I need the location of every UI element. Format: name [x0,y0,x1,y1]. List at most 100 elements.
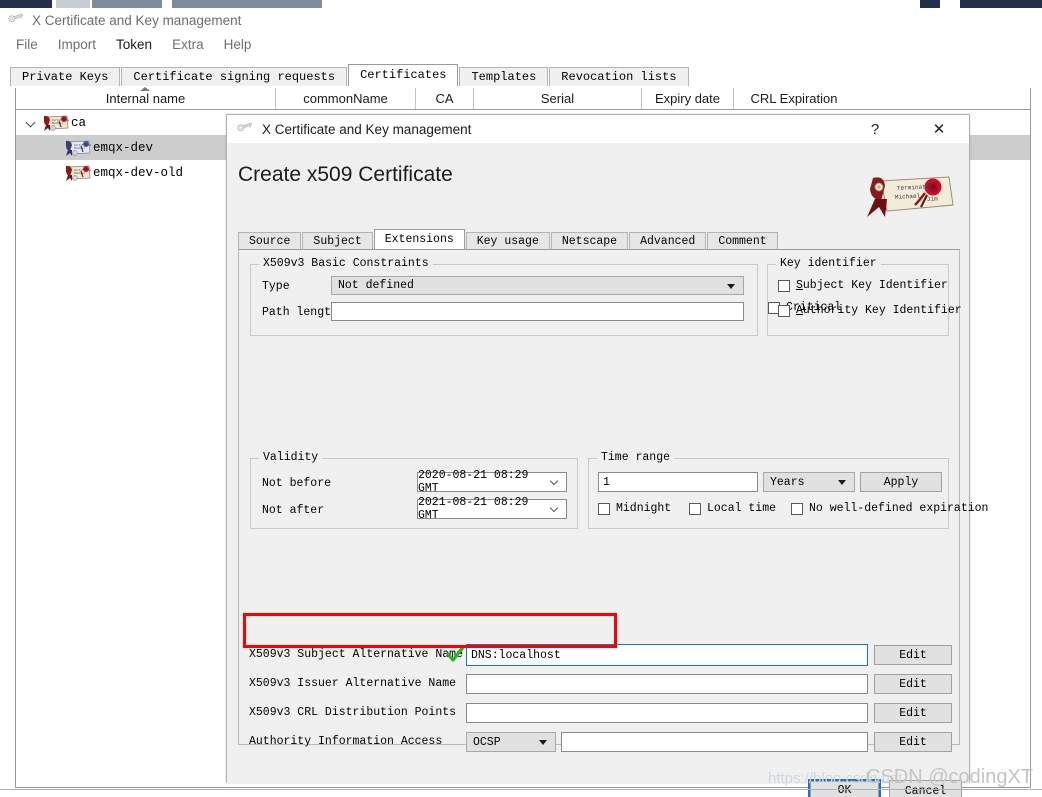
tab-subject[interactable]: Subject [302,232,373,250]
main-window-title: X Certificate and Key management [32,12,242,28]
no-expiration-label: No well-defined expiration [809,502,989,515]
midnight-label: Midnight [616,502,672,515]
listview-header: Internal name commonName CA Serial Expir… [16,87,1030,110]
menu-file[interactable]: File [6,35,48,54]
key-icon [237,120,254,138]
crl-distribution-points-input[interactable] [466,703,868,723]
checkbox-box [778,304,790,317]
subject-alt-name-label: X509v3 Subject Alternative Name [249,648,463,661]
time-range-amount-value: 1 [603,475,610,489]
column-serial[interactable]: Serial [474,88,642,109]
tab-key-usage[interactable]: Key usage [465,232,550,250]
bottom-divider [0,789,1042,790]
basic-constraints-type-value: Not defined [338,279,414,292]
basic-constraints-group: X509v3 Basic Constraints Type Not define… [250,257,758,336]
column-crl-expiration-label: CRL Expiration [750,91,838,106]
tab-templates[interactable]: Templates [459,67,549,86]
column-commonname[interactable]: commonName [276,88,416,109]
svg-text:Michael: Michael [74,171,85,175]
issuer-alt-name-edit-button[interactable]: Edit [874,674,952,694]
authority-information-access-edit-button[interactable]: Edit [874,732,952,752]
time-range-unit-value: Years [770,475,805,489]
main-window-titlebar: X Certificate and Key management [0,8,1042,32]
menu-help[interactable]: Help [214,35,262,54]
key-icon [8,11,25,29]
os-strip-seg-3 [92,0,162,8]
column-ca[interactable]: CA [416,88,474,109]
help-button[interactable]: ? [855,115,895,143]
main-tabstrip: Private Keys Certificate signing request… [10,64,690,86]
tab-private-keys[interactable]: Private Keys [10,67,121,86]
chevron-down-icon [727,283,735,289]
column-expiry-date[interactable]: Expiry date [642,88,734,109]
os-strip-seg-2 [56,0,90,8]
no-expiration-checkbox[interactable]: No well-defined expiration [791,502,988,515]
tab-certificate-signing-requests[interactable]: Certificate signing requests [121,67,348,86]
time-range-group-title: Time range [597,451,675,464]
time-range-unit-select[interactable]: Years [763,472,855,492]
dialog-title: X Certificate and Key management [262,121,472,137]
chevron-down-icon [551,478,559,486]
tab-comment[interactable]: Comment [707,232,778,250]
subject-key-identifier-checkbox[interactable]: Subject Key Identifier [778,279,948,292]
validity-group-title: Validity [259,451,323,464]
menu-token[interactable]: Token [106,35,162,54]
certificate-icon: Certificate Michael [41,113,71,133]
midnight-checkbox[interactable]: Midnight [598,502,671,515]
tab-advanced[interactable]: Advanced [629,232,707,250]
label-rest: uthority Key Identifier [802,304,962,317]
not-after-value: 2021-08-21 08:29 GMT [418,496,529,522]
time-range-amount-input[interactable]: 1 [598,472,758,492]
edit-button-label: Edit [899,648,927,662]
os-strip-seg-5 [920,0,940,8]
checkbox-box [689,502,701,515]
checkbox-box [598,502,610,515]
subject-alt-name-value: DNS:localhost [471,648,561,662]
authority-information-access-select[interactable]: OCSP [466,732,556,752]
column-ca-label: CA [435,91,454,106]
not-before-datetime[interactable]: 2020-08-21 08:29 GMT [417,469,567,495]
column-internal-name-label: Internal name [105,91,186,106]
local-time-checkbox[interactable]: Local time [689,502,776,515]
basic-constraints-group-title: X509v3 Basic Constraints [259,257,433,270]
ext-row-authority-information-access: Authority Information Access OCSP Edit [248,729,952,755]
authority-key-identifier-checkbox[interactable]: Authority Key Identifier [778,304,962,317]
label-rest: ubject Key Identifier [802,279,948,292]
checkbox-box [778,279,790,292]
issuer-alt-name-input[interactable] [466,674,868,694]
time-range-group: Time range 1 Years Apply Midnight Local … [588,451,988,529]
subject-alt-name-edit-button[interactable]: Edit [874,645,952,665]
tab-extensions[interactable]: Extensions [373,229,465,250]
menu-extra[interactable]: Extra [162,35,214,54]
apply-button-label: Apply [883,475,919,489]
column-crl-expiration[interactable]: CRL Expiration [734,88,854,109]
chevron-down-icon [539,740,547,745]
path-length-input[interactable] [331,302,744,321]
svg-text:Jim: Jim [927,195,939,203]
ext-row-crl-distribution-points: X509v3 CRL Distribution Points Edit [248,700,952,726]
listrow-name: emqx-dev-old [93,165,184,180]
apply-button[interactable]: Apply [860,472,942,492]
validity-group: Validity Not before 2020-08-21 08:29 GMT… [250,451,578,529]
certificate-icon: Certificate Michael [63,138,93,158]
checkbox-box [791,502,803,515]
edit-button-label: Edit [899,735,927,749]
crl-distribution-points-label: X509v3 CRL Distribution Points [249,706,457,719]
not-after-datetime[interactable]: 2021-08-21 08:29 GMT [417,496,567,522]
tab-certificates[interactable]: Certificates [348,64,459,86]
tab-source[interactable]: Source [238,232,302,250]
basic-constraints-type-select[interactable]: Not defined [331,276,744,295]
dialog-body: Create x509 Certificate Terminate Michae… [227,143,988,797]
svg-text:Michael: Michael [74,146,85,150]
chevron-down-icon[interactable] [26,117,38,129]
key-identifier-group: Key identifier Subject Key Identifier Au… [767,257,962,336]
tab-netscape[interactable]: Netscape [550,232,629,250]
authority-information-access-input[interactable] [561,732,868,752]
menu-import[interactable]: Import [48,35,106,54]
tab-revocation-lists[interactable]: Revocation lists [549,67,689,86]
close-icon[interactable]: ✕ [919,115,959,143]
column-internal-name[interactable]: Internal name [16,87,276,109]
checkmark-icon [446,644,466,663]
crl-distribution-points-edit-button[interactable]: Edit [874,703,952,723]
subject-alt-name-input[interactable]: DNS:localhost [466,644,868,666]
